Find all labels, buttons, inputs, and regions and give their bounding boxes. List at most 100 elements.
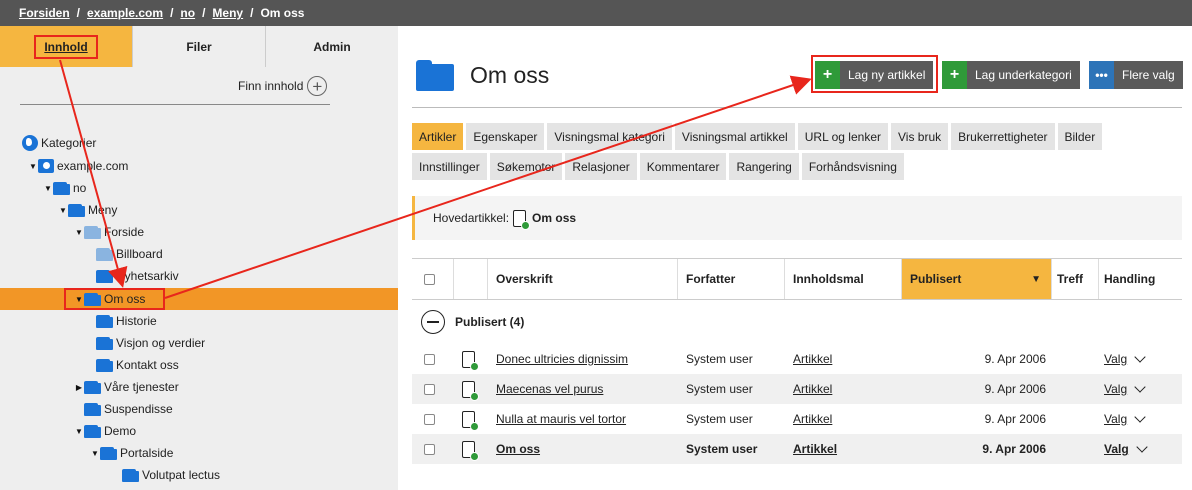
- annotation-highlight-new-article: [811, 55, 938, 93]
- article-title-link[interactable]: Om oss: [488, 434, 678, 464]
- tree-item-kontakt[interactable]: Kontakt oss: [0, 354, 398, 376]
- tree-item-volutpat[interactable]: Volutpat lectus: [0, 464, 398, 486]
- article-date: 9. Apr 2006: [984, 382, 1046, 396]
- tab-url[interactable]: URL og lenker: [797, 123, 888, 150]
- row-checkbox[interactable]: [424, 413, 435, 425]
- tree-item-visjon[interactable]: Visjon og verdier: [0, 332, 398, 354]
- row-actions-dropdown[interactable]: Valg: [1099, 374, 1182, 404]
- article-date: 9. Apr 2006: [984, 412, 1046, 426]
- col-handling: Handling: [1104, 272, 1156, 286]
- tree-item-no[interactable]: ▼ no: [0, 177, 398, 199]
- row-actions-dropdown[interactable]: Valg: [1099, 404, 1182, 434]
- article-icon: [462, 380, 479, 401]
- row-checkbox[interactable]: [424, 383, 435, 395]
- tree-item-demo[interactable]: ▼ Demo: [0, 420, 398, 442]
- caret-down-icon[interactable]: ▼: [43, 184, 53, 193]
- tab-visningsmal-kategori[interactable]: Visningsmal kategori: [547, 123, 672, 150]
- row-actions-dropdown[interactable]: Valg: [1099, 434, 1182, 464]
- tab-brukerrettigheter[interactable]: Brukerrettigheter: [951, 123, 1055, 150]
- group-publisert[interactable]: Publisert (4): [412, 300, 1182, 344]
- tree-item-example-com[interactable]: ▼ example.com: [0, 155, 398, 177]
- tab-rangering[interactable]: Rangering: [729, 153, 799, 180]
- caret-down-icon[interactable]: ▼: [28, 162, 38, 171]
- tab-vis-bruk[interactable]: Vis bruk: [891, 123, 949, 150]
- folder-icon: [68, 203, 85, 217]
- article-template-link[interactable]: Artikkel: [785, 374, 902, 404]
- folder-icon: [96, 336, 113, 350]
- caret-down-icon[interactable]: ▼: [74, 228, 84, 237]
- tree-item-om-oss[interactable]: ▼ Om oss: [0, 288, 398, 310]
- caret-down-icon[interactable]: ▼: [58, 206, 68, 215]
- article-template-link[interactable]: Artikkel: [785, 434, 902, 464]
- new-subcategory-button[interactable]: + Lag underkategori: [942, 61, 1080, 89]
- folder-icon: [100, 446, 117, 460]
- collapse-icon[interactable]: [421, 310, 445, 334]
- row-checkbox[interactable]: [424, 353, 435, 365]
- row-checkbox[interactable]: [424, 443, 435, 455]
- col-treff[interactable]: Treff: [1052, 259, 1099, 299]
- tree-item-nyhetsarkiv[interactable]: Nyhetsarkiv: [0, 265, 398, 287]
- tab-forhandsvisning[interactable]: Forhåndsvisning: [801, 153, 904, 180]
- breadcrumb-no[interactable]: no: [180, 6, 195, 20]
- tab-sokemotor[interactable]: Søkemotor: [489, 153, 563, 180]
- ellipsis-icon: •••: [1089, 61, 1114, 89]
- breadcrumb: Forsiden / example.com / no / Meny / Om oss: [0, 0, 1192, 26]
- caret-right-icon[interactable]: ▶: [74, 383, 84, 392]
- article-icon: [462, 350, 479, 371]
- tab-innstillinger[interactable]: Innstillinger: [412, 153, 487, 180]
- chevron-down-icon: [1134, 410, 1146, 423]
- tree-item-historie[interactable]: Historie: [0, 310, 398, 332]
- find-content-button[interactable]: Finn innhold +: [238, 76, 328, 96]
- tab-bilder[interactable]: Bilder: [1057, 123, 1103, 150]
- col-forfatter[interactable]: Forfatter: [678, 259, 785, 299]
- folder-icon: [96, 247, 113, 261]
- tree-item-vare-tjenester[interactable]: ▶ Våre tjenester: [0, 376, 398, 398]
- tree-item-meny[interactable]: ▼ Meny: [0, 199, 398, 221]
- main-article-title[interactable]: Om oss: [532, 211, 576, 225]
- tab-innhold[interactable]: Innhold: [0, 26, 132, 67]
- breadcrumb-meny[interactable]: Meny: [212, 6, 243, 20]
- col-overskrift[interactable]: Overskrift: [488, 259, 678, 299]
- chevron-down-icon: [1134, 380, 1146, 393]
- divider: [412, 107, 1182, 108]
- tab-kommentarer[interactable]: Kommentarer: [639, 153, 727, 180]
- col-innholdsmal[interactable]: Innholdsmal: [785, 259, 902, 299]
- site-icon: [38, 159, 54, 173]
- main-article-info: Hovedartikkel: Om oss: [412, 196, 1182, 240]
- tab-artikler[interactable]: Artikler: [412, 123, 464, 150]
- article-icon: [462, 410, 479, 431]
- article-template-link[interactable]: Artikkel: [785, 344, 902, 374]
- caret-down-icon[interactable]: ▼: [74, 427, 84, 436]
- tree-item-billboard[interactable]: Billboard: [0, 243, 398, 265]
- tab-filer[interactable]: Filer: [132, 26, 265, 67]
- row-actions-dropdown[interactable]: Valg: [1099, 344, 1182, 374]
- divider: [20, 104, 330, 105]
- tab-egenskaper[interactable]: Egenskaper: [466, 123, 545, 150]
- tree-item-forside[interactable]: ▼ Forside: [0, 221, 398, 243]
- article-author: System user: [686, 382, 753, 396]
- select-all-checkbox[interactable]: [424, 273, 435, 285]
- folder-icon: [416, 60, 454, 91]
- article-title-link[interactable]: Maecenas vel purus: [488, 374, 678, 404]
- tree-item-portalside[interactable]: ▼ Portalside: [0, 442, 398, 464]
- folder-icon: [84, 380, 101, 394]
- article-title-link[interactable]: Nulla at mauris vel tortor: [488, 404, 678, 434]
- tree-item-suspendisse[interactable]: Suspendisse: [0, 398, 398, 420]
- tab-visningsmal-artikkel[interactable]: Visningsmal artikkel: [674, 123, 795, 150]
- chevron-down-icon: [1136, 440, 1148, 453]
- article-date: 9. Apr 2006: [982, 442, 1046, 456]
- article-title-link[interactable]: Donec ultricies dignissim: [488, 344, 678, 374]
- folder-icon: [53, 181, 70, 195]
- tab-relasjoner[interactable]: Relasjoner: [565, 153, 637, 180]
- col-publisert[interactable]: Publisert ▼: [902, 259, 1052, 299]
- sort-desc-icon: ▼: [1031, 273, 1041, 285]
- tab-admin[interactable]: Admin: [265, 26, 398, 67]
- breadcrumb-forsiden[interactable]: Forsiden: [19, 6, 70, 20]
- article-template-link[interactable]: Artikkel: [785, 404, 902, 434]
- folder-icon: [84, 225, 101, 239]
- caret-down-icon[interactable]: ▼: [90, 449, 100, 458]
- breadcrumb-example-com[interactable]: example.com: [87, 6, 163, 20]
- tree-item-kategorier[interactable]: Kategorier: [0, 132, 398, 154]
- folder-icon: [84, 424, 101, 438]
- more-options-button[interactable]: ••• Flere valg: [1089, 61, 1183, 89]
